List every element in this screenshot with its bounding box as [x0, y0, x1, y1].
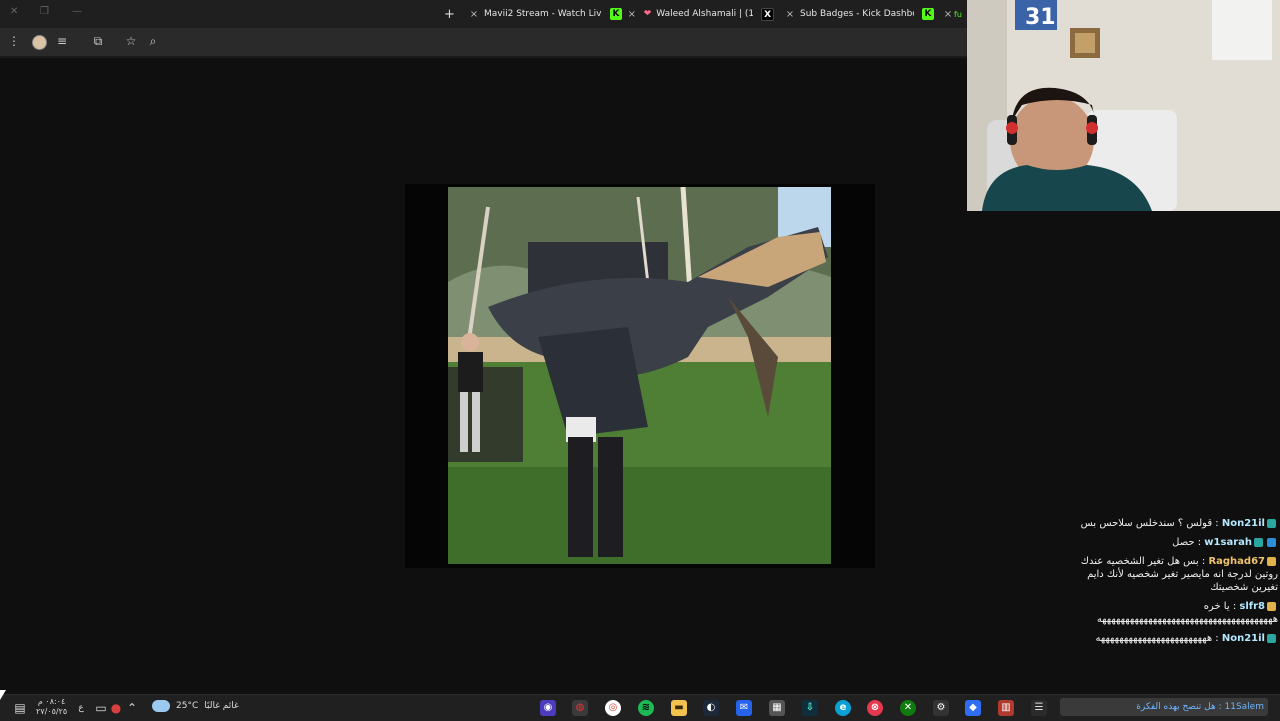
- recording-icon[interactable]: ●: [110, 700, 122, 716]
- zoom-icon[interactable]: ⌕: [145, 34, 161, 49]
- chat-separator: :: [1229, 601, 1240, 612]
- weather-widget[interactable]: 25°C غائم غالبًا: [152, 696, 239, 712]
- xbox-icon[interactable]: ✕: [900, 700, 916, 716]
- app-grid-icon[interactable]: ▥: [998, 700, 1014, 716]
- discord-icon[interactable]: ◉: [540, 700, 556, 716]
- task-view-icon[interactable]: ☰: [1031, 700, 1047, 716]
- chat-message: w1sarah : حصل: [1060, 536, 1278, 549]
- chat-text: حصل: [1172, 537, 1195, 548]
- browser-toolbar: ⋮ ≡ ⧉ ☆ ⌕: [0, 28, 967, 56]
- close-window-icon[interactable]: ✕: [10, 6, 18, 17]
- tab-mavii2-stream[interactable]: × Mavii2 Stream - Watch Live on K: [468, 0, 624, 28]
- chat-separator: :: [1212, 633, 1222, 644]
- chat-username[interactable]: Raghad67: [1208, 556, 1265, 567]
- chevron-up-icon[interactable]: ⌃: [126, 700, 138, 716]
- chat-separator: :: [1212, 518, 1222, 529]
- menu-dots-icon[interactable]: ⋮: [6, 34, 22, 48]
- chat-badge-icon: [1267, 537, 1276, 547]
- chat-username[interactable]: slfr8: [1239, 601, 1265, 612]
- svg-text:31: 31: [1025, 5, 1056, 30]
- chrome-icon[interactable]: ◎: [605, 700, 621, 716]
- tab-active[interactable]: × fu: [942, 0, 967, 28]
- cloud-sun-icon: [152, 696, 170, 712]
- mail-icon[interactable]: ✉: [736, 700, 752, 716]
- notification-icon[interactable]: ▤: [12, 700, 28, 716]
- reading-list-icon[interactable]: ≡: [54, 34, 70, 48]
- tab-close-icon[interactable]: ×: [468, 9, 480, 20]
- chat-message: Non21il : قولس ؟ سندخلس سلاحس بس: [1060, 517, 1278, 530]
- chat-username[interactable]: w1sarah: [1204, 537, 1252, 548]
- x-logo-icon: X: [761, 7, 774, 21]
- tab-close-icon[interactable]: ×: [942, 9, 954, 20]
- tab-title: fu: [954, 9, 962, 19]
- download-icon[interactable]: ⇩: [802, 700, 818, 716]
- network-icon[interactable]: ▭: [94, 700, 108, 716]
- webcam-overlay: 31: [967, 0, 1280, 211]
- chat-badge-icon: [1267, 556, 1276, 566]
- chat-username[interactable]: Non21il: [1222, 633, 1265, 644]
- video-frame-image: [448, 187, 831, 564]
- tab-close-icon[interactable]: ×: [784, 9, 796, 20]
- steam-icon[interactable]: ◐: [703, 700, 719, 716]
- mouse-cursor-icon: [0, 690, 6, 700]
- app-red-icon[interactable]: ⊗: [867, 700, 883, 716]
- clock[interactable]: ٠٨:٠٤ م ٢٧/٠٥/٢٥: [36, 697, 67, 717]
- chat-ticker: 11Salem : هل تنصح بهذه الفكرة: [1060, 698, 1268, 716]
- chat-message: Non21il : ههههههههههههههههههههههههه: [1060, 632, 1278, 645]
- restore-icon[interactable]: ❐: [40, 6, 49, 17]
- tab-sub-badges[interactable]: × Sub Badges - Kick Dashboard K: [784, 0, 934, 28]
- chat-badge-icon: [1267, 633, 1276, 643]
- tab-title: Mavii2 Stream - Watch Live on: [484, 9, 602, 19]
- chat-badge-icon: [1267, 518, 1276, 528]
- new-tab-button[interactable]: +: [444, 0, 458, 28]
- chat-badge-icon: [1254, 537, 1263, 547]
- chat-separator: :: [1194, 537, 1205, 548]
- chat-separator: :: [1198, 556, 1209, 567]
- minimize-icon[interactable]: —: [72, 6, 82, 17]
- tab-close-icon[interactable]: ×: [626, 9, 638, 20]
- chat-text: قولس ؟ سندخلس سلاحس بس: [1080, 518, 1213, 529]
- kick-icon: K: [922, 8, 934, 20]
- video-player[interactable]: [405, 184, 875, 568]
- kick-icon: K: [610, 8, 622, 20]
- browser-tabstrip: ✕ ❐ — + × Mavii2 Stream - Watch Live on …: [0, 0, 967, 28]
- chat-text: ههههههههههههههههههههههههه: [1095, 633, 1213, 644]
- spotify-icon[interactable]: ≋: [638, 700, 654, 716]
- obs-icon[interactable]: ◍: [572, 700, 588, 716]
- chat-message: slfr8 : يا خره ههههههههههههههههههههههههه…: [1060, 600, 1278, 626]
- chat-overlay: Non21il : قولس ؟ سندخلس سلاحس بس w1sarah …: [1060, 517, 1280, 693]
- bookmark-star-icon[interactable]: ☆: [123, 34, 139, 48]
- tab-title: Waleed Alshamali | وليد (1): [656, 9, 754, 19]
- chat-badge-icon: [1267, 601, 1276, 611]
- edge-icon[interactable]: e: [835, 700, 851, 716]
- copilot-icon[interactable]: ◆: [965, 700, 981, 716]
- settings-gear-icon[interactable]: ⚙: [933, 700, 949, 716]
- tab-waleed-alshamali[interactable]: × ❤ Waleed Alshamali | وليد (1) X: [626, 0, 774, 28]
- heart-icon: ❤: [643, 9, 652, 19]
- chat-message: Raghad67 : بس هل تغير الشخصيه عندك روتين…: [1060, 555, 1278, 594]
- calculator-icon[interactable]: ▦: [769, 700, 785, 716]
- tab-title: Sub Badges - Kick Dashboard: [800, 9, 914, 19]
- file-explorer-icon[interactable]: ▬: [671, 700, 687, 716]
- input-language[interactable]: ع: [76, 700, 86, 716]
- extensions-icon[interactable]: ⧉: [90, 34, 106, 49]
- profile-avatar[interactable]: [32, 35, 47, 50]
- chat-username[interactable]: Non21il: [1222, 518, 1265, 529]
